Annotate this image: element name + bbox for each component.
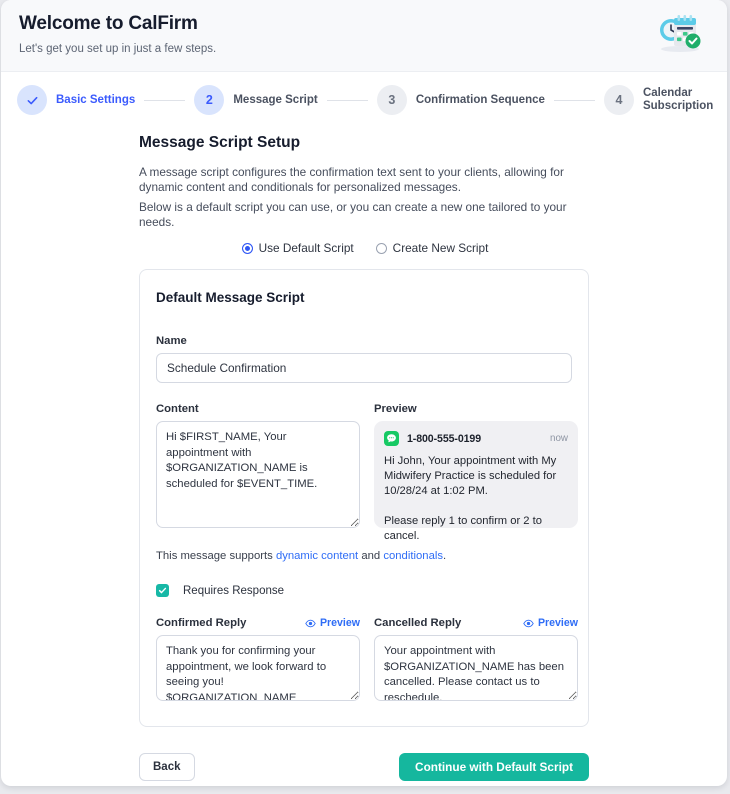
- confirmed-reply-header: Confirmed Reply Preview: [156, 617, 360, 629]
- page-subtitle: Let's get you set up in just a few steps…: [19, 43, 217, 55]
- section-title: Message Script Setup: [139, 134, 301, 151]
- back-button[interactable]: Back: [139, 753, 195, 781]
- sms-preview-timestamp: now: [550, 433, 568, 444]
- default-message-script-card: Default Message Script Name Content Hi $…: [139, 269, 589, 727]
- wizard-header: Welcome to CalFirm Let's get you set up …: [1, 0, 727, 72]
- dynamic-content-link[interactable]: dynamic content: [276, 550, 358, 562]
- onboarding-wizard-card: Welcome to CalFirm Let's get you set up …: [1, 0, 727, 786]
- checkmark-icon: [158, 587, 167, 594]
- name-field-label: Name: [156, 335, 187, 347]
- stepper-step-1-label: Basic Settings: [56, 93, 136, 106]
- cancelled-reply-column: Cancelled Reply Preview Your appointment…: [374, 617, 578, 704]
- radio-create-new-script-label: Create New Script: [392, 241, 489, 255]
- wizard-body: Message Script Setup A message script co…: [1, 128, 727, 786]
- stepper-step-calendar-subscription[interactable]: 4 Calendar Subscription: [603, 85, 714, 115]
- cancelled-reply-header: Cancelled Reply Preview: [374, 617, 578, 629]
- cancelled-reply-preview-link[interactable]: Preview: [523, 617, 578, 629]
- confirmed-reply-preview-link[interactable]: Preview: [305, 617, 360, 629]
- sms-preview-message: Hi John, Your appointment with My Midwif…: [384, 455, 557, 542]
- confirmed-reply-preview-text: Preview: [319, 617, 360, 629]
- script-card-title: Default Message Script: [156, 290, 305, 305]
- confirmed-reply-column: Confirmed Reply Preview Thank you for co…: [156, 617, 360, 704]
- stepper-step-3-label: Confirmation Sequence: [415, 93, 545, 106]
- calendar-check-illustration-icon: [655, 8, 705, 54]
- supports-suffix: .: [443, 550, 447, 562]
- chat-bubble-icon: [384, 431, 399, 446]
- supports-prefix: This message supports: [156, 550, 276, 562]
- stepper-step-confirmation-sequence[interactable]: 3 Confirmation Sequence: [376, 85, 545, 115]
- supports-hint: This message supports dynamic content an…: [156, 550, 572, 562]
- stepper-step-1-circle: [17, 85, 47, 115]
- message-script-section: Message Script Setup A message script co…: [139, 134, 589, 727]
- confirmed-reply-label: Confirmed Reply: [156, 617, 247, 629]
- radio-create-new-script[interactable]: Create New Script: [375, 241, 489, 255]
- replies-row: Confirmed Reply Preview Thank you for co…: [156, 617, 578, 704]
- script-mode-radio-group: Use Default Script Create New Script: [139, 241, 591, 255]
- requires-response-checkbox[interactable]: [156, 584, 169, 597]
- preview-label: Preview: [374, 403, 417, 415]
- sms-preview-phone-number: 1-800-555-0199: [407, 432, 481, 445]
- section-description-secondary: Below is a default script you can use, o…: [139, 200, 567, 229]
- stepper-step-message-script[interactable]: 2 Message Script: [194, 85, 318, 115]
- cancelled-reply-textarea[interactable]: Your appointment with $ORGANIZATION_NAME…: [374, 635, 578, 701]
- script-content-textarea[interactable]: Hi $FIRST_NAME, Your appointment with $O…: [156, 421, 360, 528]
- sms-preview-header: 1-800-555-0199 now: [384, 431, 568, 446]
- content-preview-row: Content Hi $FIRST_NAME, Your appointment…: [156, 403, 578, 542]
- radio-use-default-script-label: Use Default Script: [258, 241, 354, 255]
- check-icon: [27, 96, 37, 104]
- continue-with-default-script-button[interactable]: Continue with Default Script: [399, 753, 589, 781]
- content-field-label: Content: [156, 403, 199, 415]
- page-title: Welcome to CalFirm: [19, 13, 198, 34]
- stepper-step-4-label: Calendar Subscription: [642, 87, 714, 112]
- preview-column: Preview 1-800-555-0199 now Hi John, Your…: [374, 403, 578, 542]
- stepper-connector-2: [326, 99, 368, 101]
- sms-preview-bubble: 1-800-555-0199 now Hi John, Your appoint…: [374, 421, 578, 542]
- confirmed-reply-textarea[interactable]: Thank you for confirming your appointmen…: [156, 635, 360, 701]
- stepper-step-basic-settings[interactable]: Basic Settings: [17, 85, 135, 115]
- stepper-connector-1: [144, 99, 186, 101]
- requires-response-row[interactable]: Requires Response: [156, 584, 572, 597]
- radio-use-default-script[interactable]: Use Default Script: [241, 241, 354, 255]
- cancelled-reply-label: Cancelled Reply: [374, 617, 462, 629]
- stepper-connector-3: [553, 99, 595, 101]
- stepper-step-2-label: Message Script: [233, 93, 318, 106]
- cancelled-reply-preview-text: Preview: [537, 617, 578, 629]
- stepper-step-4-circle: 4: [603, 85, 634, 115]
- wizard-footer: Back Continue with Default Script: [139, 753, 589, 786]
- eye-icon: [523, 619, 534, 627]
- radio-use-default-script-dot: [241, 242, 253, 254]
- conditionals-link[interactable]: conditionals: [383, 550, 443, 562]
- stepper-step-3-circle: 3: [376, 85, 407, 115]
- eye-icon: [305, 619, 316, 627]
- requires-response-label: Requires Response: [183, 584, 285, 597]
- supports-middle: and: [358, 550, 384, 562]
- radio-create-new-script-dot: [375, 242, 387, 254]
- section-description: A message script configures the confirma…: [139, 165, 564, 194]
- content-column: Content Hi $FIRST_NAME, Your appointment…: [156, 403, 360, 531]
- script-name-input[interactable]: [156, 353, 572, 383]
- stepper-step-2-circle: 2: [194, 85, 225, 115]
- wizard-stepper: Basic Settings 2 Message Script 3 Confir…: [1, 72, 727, 128]
